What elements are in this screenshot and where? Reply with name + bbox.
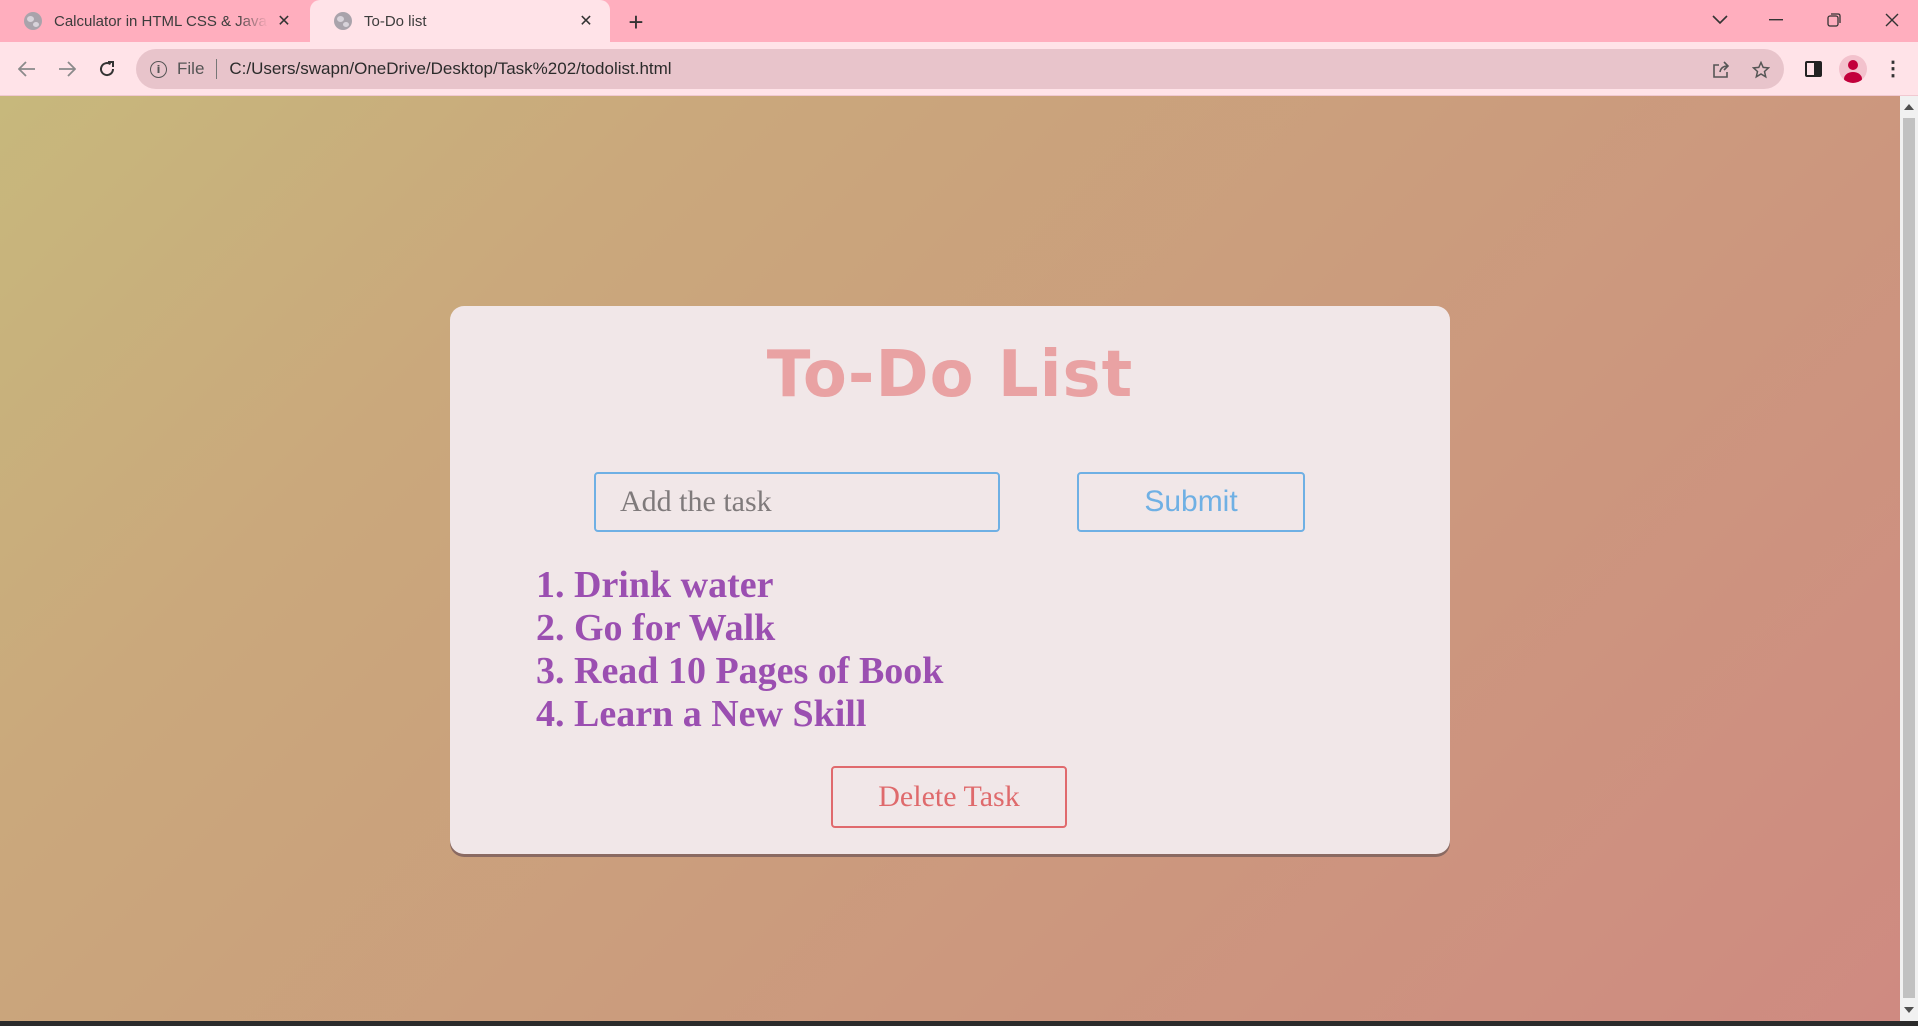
address-bar[interactable]: i File C:/Users/swapn/OneDrive/Desktop/T… <box>136 49 1784 89</box>
todo-card: To-Do List Submit 1. Drink water 2. Go f… <box>450 306 1450 854</box>
page-viewport: To-Do List Submit 1. Drink water 2. Go f… <box>0 96 1900 1021</box>
browser-toolbar: i File C:/Users/swapn/OneDrive/Desktop/T… <box>0 42 1918 96</box>
plus-icon[interactable]: + <box>622 8 650 36</box>
minimize-icon[interactable] <box>1756 4 1796 36</box>
browser-tab-strip: Calculator in HTML CSS & JavaScript ✕ To… <box>0 0 1918 42</box>
tab-todo-list[interactable]: To-Do list ✕ <box>310 0 610 42</box>
window-bottom-edge <box>0 1021 1918 1026</box>
scroll-down-icon[interactable] <box>1904 1007 1914 1013</box>
reload-icon[interactable] <box>91 53 123 85</box>
kebab-menu-icon[interactable]: ⋮ <box>1878 54 1908 84</box>
close-icon[interactable]: ✕ <box>274 11 294 31</box>
list-item: 1. Drink water <box>536 564 774 606</box>
submit-button[interactable]: Submit <box>1077 472 1305 532</box>
tab-title: To-Do list <box>364 12 427 30</box>
share-icon[interactable] <box>1710 59 1732 81</box>
list-item: 2. Go for Walk <box>536 607 776 649</box>
back-arrow-icon[interactable] <box>11 53 43 85</box>
list-item: 3. Read 10 Pages of Book <box>536 650 944 692</box>
star-icon[interactable] <box>1750 59 1772 81</box>
close-window-icon[interactable] <box>1872 4 1912 36</box>
delete-task-button[interactable]: Delete Task <box>831 766 1067 828</box>
list-item: 4. Learn a New Skill <box>536 693 867 735</box>
vertical-scrollbar[interactable] <box>1900 96 1918 1021</box>
chevron-down-icon[interactable] <box>1700 4 1740 36</box>
forward-arrow-icon[interactable] <box>51 53 83 85</box>
globe-icon <box>24 12 42 30</box>
tab-title: Calculator in HTML CSS & JavaScript <box>54 12 268 30</box>
scrollbar-thumb[interactable] <box>1903 118 1915 998</box>
divider <box>216 59 218 79</box>
close-icon[interactable]: ✕ <box>576 11 596 31</box>
side-panel-icon[interactable] <box>1798 54 1828 84</box>
tab-calculator[interactable]: Calculator in HTML CSS & JavaScript ✕ <box>0 0 308 42</box>
restore-icon[interactable] <box>1814 4 1854 36</box>
scroll-up-icon[interactable] <box>1904 104 1914 110</box>
profile-avatar-icon[interactable] <box>1838 54 1868 84</box>
url-text[interactable]: C:/Users/swapn/OneDrive/Desktop/Task%202… <box>229 59 671 79</box>
url-scheme: File <box>177 59 205 78</box>
task-input[interactable] <box>594 472 1000 532</box>
task-list: 1. Drink water 2. Go for Walk 3. Read 10… <box>536 564 943 736</box>
info-icon[interactable]: i <box>150 60 167 78</box>
globe-icon <box>334 12 352 30</box>
page-title: To-Do List <box>766 338 1134 412</box>
